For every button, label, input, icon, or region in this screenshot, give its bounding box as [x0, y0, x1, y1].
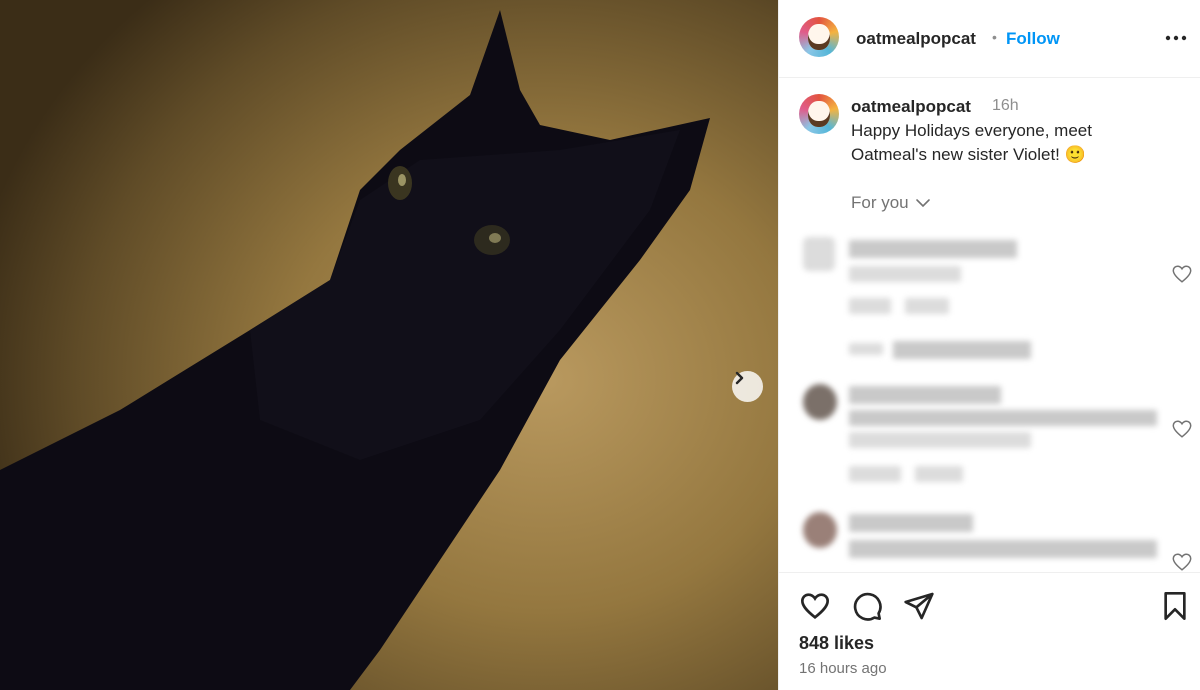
header-username[interactable]: oatmealpopcat: [856, 29, 976, 49]
comments-filter-dropdown[interactable]: For you: [851, 193, 931, 213]
view-replies-blurred[interactable]: [893, 341, 1031, 359]
comment-meta-blurred: [849, 298, 891, 314]
chevron-down-icon: [915, 199, 930, 208]
comment-like-icon[interactable]: [1171, 551, 1193, 573]
caption-username[interactable]: oatmealpopcat: [851, 97, 971, 117]
caption-text: Happy Holidays everyone, meet Oatmeal's …: [851, 121, 1092, 164]
comment-reply-blurred: [915, 466, 963, 482]
comment-like-icon[interactable]: [1171, 418, 1193, 440]
follow-button[interactable]: Follow: [1006, 29, 1060, 49]
chevron-right-icon: [735, 371, 744, 385]
view-replies-line-blurred: [849, 343, 883, 355]
more-horizontal-icon[interactable]: [1161, 26, 1191, 50]
bookmark-icon[interactable]: [1159, 590, 1191, 622]
heart-icon[interactable]: [799, 590, 831, 622]
comment-icon[interactable]: [851, 590, 883, 622]
post-actions: 848 likes 16 hours ago: [779, 572, 1200, 690]
comment-avatar: [803, 512, 837, 548]
comment-text-blurred: [849, 432, 1031, 448]
caption-timestamp[interactable]: 16h: [992, 97, 1019, 115]
comment-avatar: [803, 384, 837, 420]
comment-meta-blurred: [849, 466, 901, 482]
comment-text-blurred: [849, 266, 961, 282]
post-timestamp[interactable]: 16 hours ago: [799, 660, 887, 677]
caption-avatar[interactable]: [799, 94, 839, 134]
comments-filter-label: For you: [851, 193, 909, 212]
avatar[interactable]: [799, 17, 839, 57]
comment-text-blurred: [849, 540, 1157, 558]
post-side-panel: oatmealpopcat • Follow oatmealpopcat 16h…: [778, 0, 1200, 690]
comment-like-icon[interactable]: [1171, 263, 1193, 285]
comment-username-blurred: [849, 386, 1001, 404]
comment-reply-blurred: [905, 298, 949, 314]
comment-text-blurred: [849, 410, 1157, 426]
black-cat-image: [0, 0, 778, 690]
post-photo: [0, 0, 778, 690]
comment-avatar: [803, 237, 835, 271]
likes-count[interactable]: 848 likes: [799, 633, 874, 654]
next-photo-button[interactable]: [732, 371, 763, 402]
comment-username-blurred: [849, 514, 973, 532]
post-header: oatmealpopcat • Follow: [779, 0, 1200, 78]
paper-plane-icon[interactable]: [903, 590, 935, 622]
comment-username-blurred: [849, 240, 1017, 258]
separator-dot: •: [992, 29, 997, 45]
